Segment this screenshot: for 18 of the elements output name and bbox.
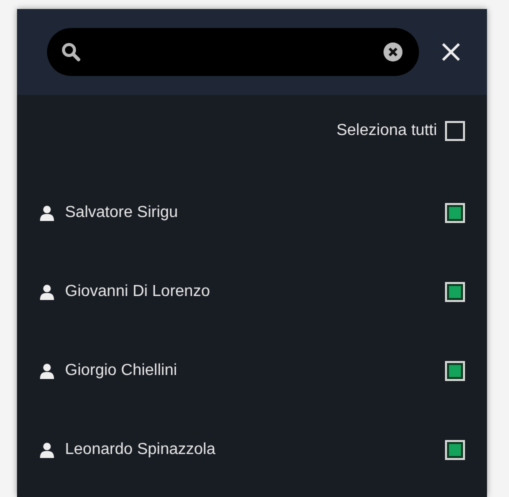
person-icon: [39, 362, 55, 378]
person-icon: [39, 204, 55, 220]
player-checkbox[interactable]: [445, 282, 465, 302]
player-checkbox[interactable]: [445, 360, 465, 380]
player-checkbox[interactable]: [445, 440, 465, 460]
search-icon: [61, 42, 81, 62]
search-field[interactable]: [47, 28, 419, 76]
person-icon: [39, 284, 55, 300]
select-all-label: Seleziona tutti: [336, 122, 437, 140]
player-name: Giovanni Di Lorenzo: [65, 282, 211, 300]
player-name: Giorgio Chiellini: [65, 362, 178, 380]
person-icon: [39, 442, 55, 458]
player-name: Leonardo Spinazzola: [65, 440, 216, 458]
player-name: Salvatore Sirigu: [65, 204, 179, 222]
close-icon[interactable]: [441, 42, 461, 62]
player-checkbox[interactable]: [445, 202, 465, 222]
select-all-checkbox[interactable]: [445, 121, 465, 141]
clear-icon[interactable]: [383, 42, 403, 62]
